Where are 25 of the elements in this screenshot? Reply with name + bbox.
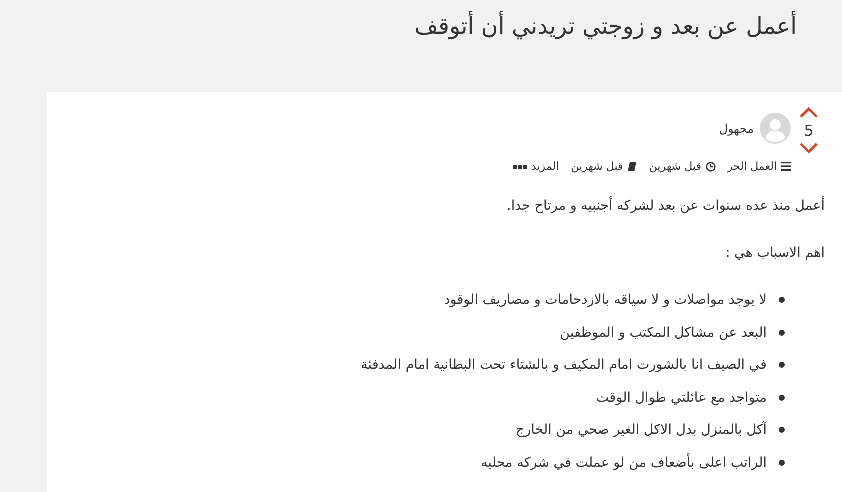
- vote-count: 5: [804, 122, 814, 140]
- list-icon: [781, 162, 791, 171]
- clock-icon: [706, 162, 716, 172]
- list-item-text: متواجد مع عائلتي طوال الوقت: [596, 390, 767, 406]
- list-item-text: لا يوجد مواصلات و لا سياقه بالازدحامات و مصاريف الوقود: [444, 292, 767, 308]
- book-icon: [627, 162, 638, 172]
- meta-link[interactable]: قبل شهرين: [571, 160, 638, 173]
- bullet-icon: [779, 330, 785, 336]
- meta-link[interactable]: قبل شهرين: [649, 160, 716, 173]
- more-link[interactable]: المزيد: [513, 160, 560, 173]
- body-paragraph: اهم الاسباب هي :: [724, 244, 825, 263]
- list-item-text: الراتب اعلى بأضعاف من لو عملت في شركه محليه: [481, 454, 767, 471]
- author-name[interactable]: مجهول: [719, 122, 754, 136]
- avatar-icon: [760, 113, 791, 144]
- bullet-icon: [779, 427, 785, 434]
- bullet-icon: [779, 460, 785, 466]
- list-item-text: البعد عن مشاكل المكتب و الموظفين: [560, 324, 767, 341]
- body-paragraph: أعمل منذ عده سنوات عن بعد لشركه أجنبيه و مرتاح جدا.: [506, 196, 825, 216]
- category-link[interactable]: العمل الحر: [728, 160, 791, 173]
- list-item-text: في الصيف انا بالشورت امام المكيف و بالشتاء تحت البطانية امام المدفئة: [361, 357, 767, 374]
- bullet-icon: [779, 394, 785, 401]
- bullet-icon: [779, 297, 785, 304]
- bullet-icon: [779, 362, 785, 368]
- dots-icon: [513, 164, 528, 168]
- list-item-text: آكل بالمنزل بدل الاكل الغير صحي من الخارج: [516, 422, 767, 438]
